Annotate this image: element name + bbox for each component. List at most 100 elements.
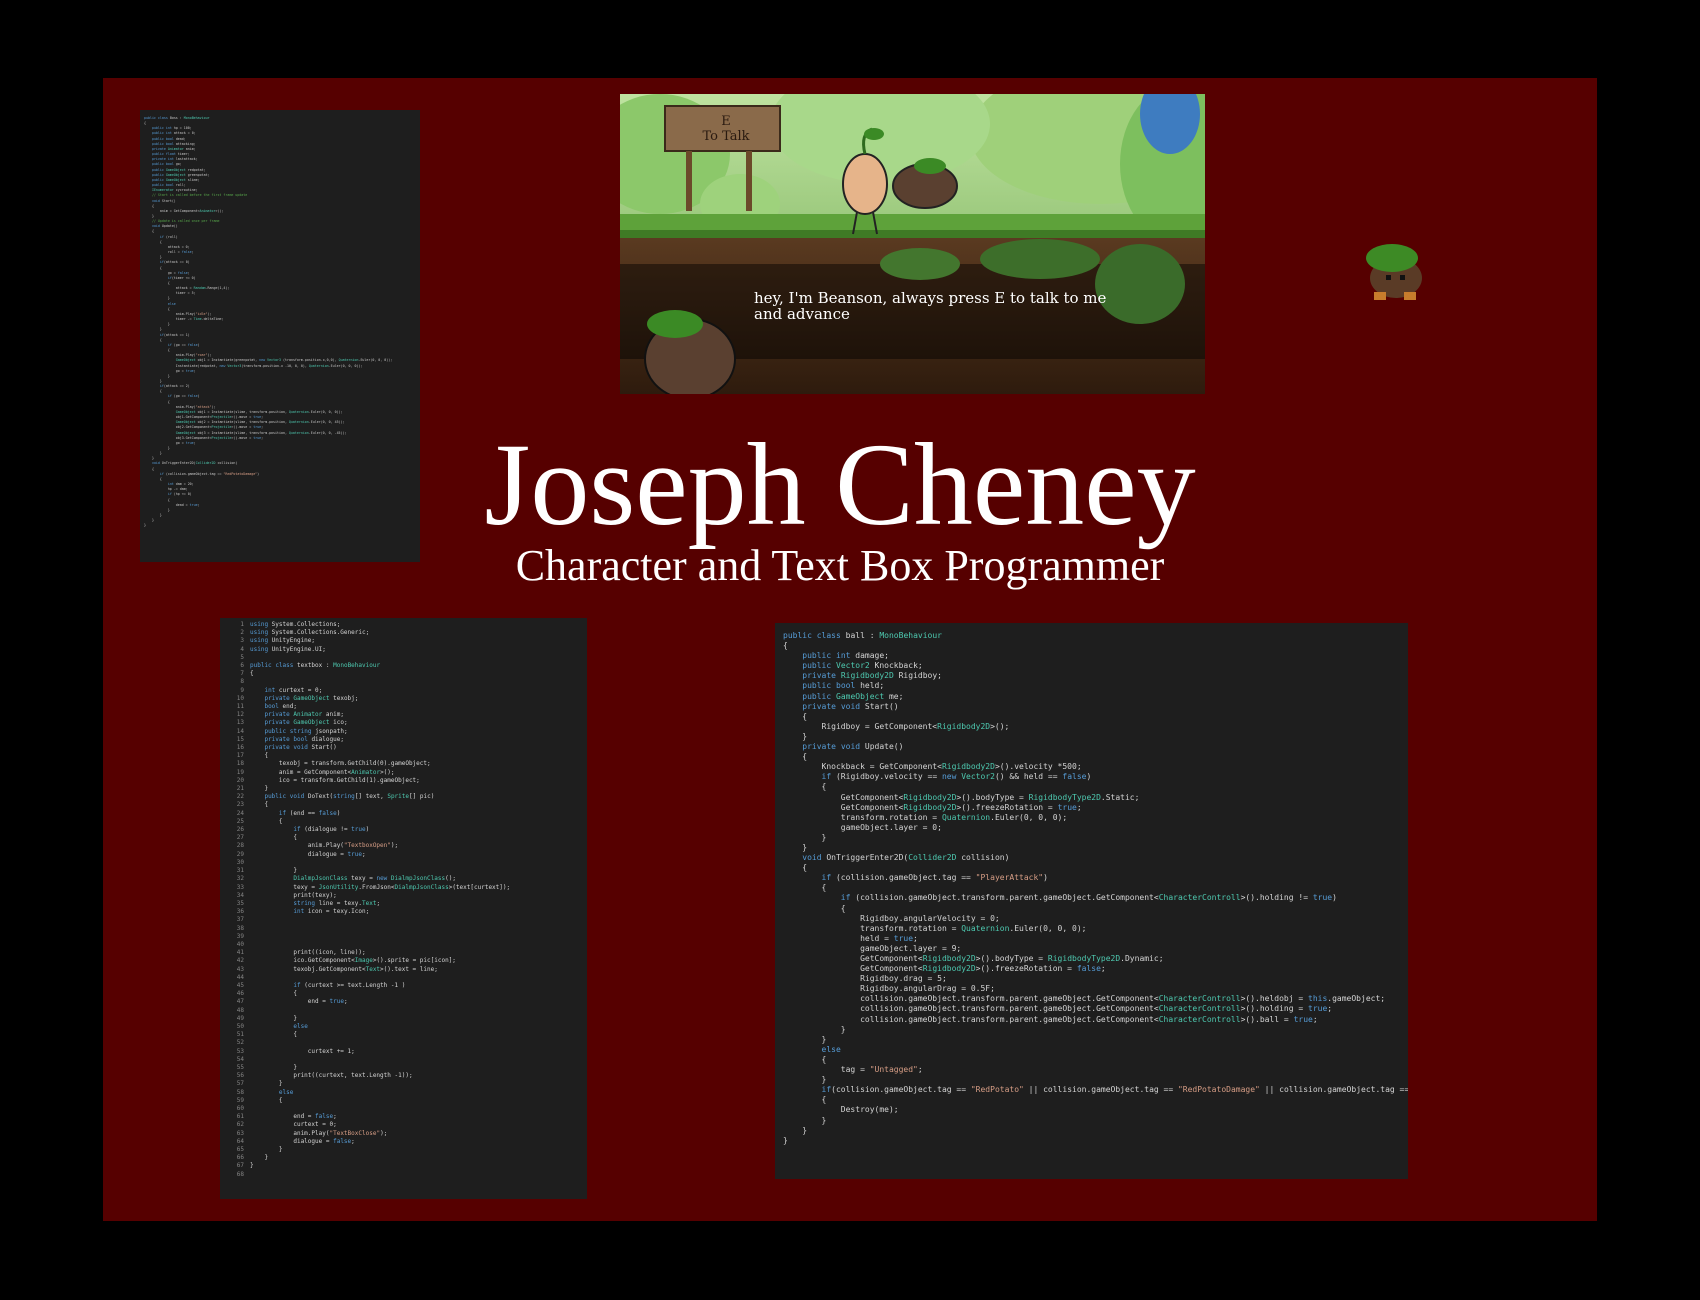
code-text: { <box>144 337 162 342</box>
line-number: 22 <box>236 793 244 801</box>
code-text: { <box>783 641 788 651</box>
code-text: else <box>278 1088 294 1096</box>
ball-code-line: { <box>783 883 1408 893</box>
textbox-code-line: 10 private GameObject texobj; <box>220 695 587 703</box>
code-text: go = false; <box>144 270 190 275</box>
line-number: 59 <box>236 1096 244 1104</box>
code-text: print((curtext, text.Length -1)); <box>250 1072 413 1080</box>
code-text: if (go == false) <box>167 342 200 347</box>
code-text: { <box>144 265 162 270</box>
line-number: 42 <box>236 957 244 965</box>
textbox-code-line: 41 print((icon, line)); <box>220 949 587 957</box>
textbox-code-line: 1 using System.Collections; <box>220 621 587 629</box>
code-text: transform.rotation = Quaternion.Euler(0,… <box>783 923 1087 933</box>
code-text: public int attack = 0; <box>151 131 196 136</box>
line-number: 64 <box>236 1137 244 1145</box>
ball-code-line: if (collision.gameObject.transform.paren… <box>783 893 1408 903</box>
code-text: if (collision.gameObject.transform.paren… <box>840 893 1337 903</box>
line-number: 6 <box>240 662 244 670</box>
textbox-code-line: 53 curtext += 1; <box>220 1048 587 1056</box>
ball-code-line: } <box>783 1025 1408 1035</box>
textbox-code-line: 52 <box>220 1039 587 1047</box>
code-text: public int hp = 100; <box>151 126 192 131</box>
textbox-code-line: 63 anim.Play("TextBoxClose"); <box>220 1130 587 1138</box>
code-text: anim.Play("roar"); <box>144 353 212 358</box>
code-text: public float timer; <box>151 152 190 157</box>
line-number: 8 <box>240 678 244 686</box>
line-number: 55 <box>236 1063 244 1071</box>
line-number: 57 <box>236 1080 244 1088</box>
code-text: void OnTriggerEnter2D(Collider2D collisi… <box>151 461 238 466</box>
name-title: Joseph Cheney <box>484 419 1196 550</box>
code-text: GameObject obj1 = Instantiate(greenpotat… <box>175 358 393 363</box>
textbox-code-line: 40 <box>220 941 587 949</box>
code-text: public bool go; <box>151 162 182 167</box>
ball-code-line: GetComponent<Rigidbody2D>().freezeRotati… <box>783 964 1408 974</box>
code-text: if(attack == 1) <box>159 332 190 337</box>
code-text: private Animator anim; <box>264 711 344 719</box>
code-text: Instantiate(redpotat, new Vector3(transf… <box>144 363 363 368</box>
code-text: if (collision.gameObject.tag == "RedPota… <box>159 471 260 476</box>
line-number: 34 <box>236 891 244 899</box>
textbox-code-line: 68 <box>220 1171 587 1179</box>
code-text: } <box>144 518 154 523</box>
code-text: obj1.GetComponent<Projectile>().move = t… <box>144 415 264 420</box>
code-text: { <box>250 834 297 842</box>
ball-code-line: GetComponent<Rigidbody2D>().freezeRotati… <box>783 803 1408 813</box>
code-text: { <box>144 466 154 471</box>
code-text: ico.GetComponent<Image>().sprite = pic[i… <box>250 957 456 965</box>
code-text: if (roll) <box>159 234 178 239</box>
code-text: } <box>250 1063 297 1071</box>
line-number: 32 <box>236 875 244 883</box>
code-text: public void DoText(string[] text, Sprite… <box>264 793 435 801</box>
code-text: public bool held; <box>802 681 885 691</box>
textbox-code-line: 2 using System.Collections.Generic; <box>220 629 587 637</box>
code-text: using System.Collections.Generic; <box>250 629 370 637</box>
line-number: 2 <box>240 629 244 637</box>
code-text: } <box>250 867 297 875</box>
line-number: 58 <box>236 1088 244 1096</box>
ball-code-line: gameObject.layer = 9; <box>783 944 1408 954</box>
code-text: GameObject obj2 = Instantiate(slime, tra… <box>175 420 345 425</box>
code-text: int icon = texy.Icon; <box>293 908 370 916</box>
line-number: 44 <box>236 973 244 981</box>
code-text: if (curtext >= text.Length -1 ) <box>293 981 406 989</box>
ball-code-line: public int damage; <box>783 651 1408 661</box>
code-text: public class Boss : MonoBehaviour <box>144 116 210 120</box>
line-number: 46 <box>236 990 244 998</box>
ball-code-line: if (collision.gameObject.tag == "PlayerA… <box>783 873 1408 883</box>
textbox-code-line: 12 private Animator anim; <box>220 711 587 719</box>
code-text: private void Update() <box>802 742 904 752</box>
code-text: private Animator anim; <box>151 146 196 151</box>
ball-code-line: { <box>783 904 1408 914</box>
code-text: if(attack == 2) <box>159 384 190 389</box>
line-number: 67 <box>236 1162 244 1170</box>
ball-code-line: { <box>783 712 1408 722</box>
line-number: 50 <box>236 1022 244 1030</box>
textbox-code-line: 8 <box>220 678 587 686</box>
textbox-code-line: 60 <box>220 1105 587 1113</box>
line-number: 5 <box>240 653 244 661</box>
code-text: if (collision.gameObject.tag == "PlayerA… <box>821 873 1048 883</box>
code-text: texobj.GetComponent<Text>().text = line; <box>250 965 438 973</box>
ball-code-line: tag = "Untagged"; <box>783 1065 1408 1075</box>
code-text: { <box>250 990 297 998</box>
ball-code-line: Rigidboy.drag = 5; <box>783 974 1408 984</box>
line-number: 21 <box>236 785 244 793</box>
code-text: { <box>144 497 170 502</box>
code-text: { <box>144 348 170 353</box>
textbox-code-line: 59 { <box>220 1097 587 1105</box>
code-text: void Start() <box>151 198 176 203</box>
code-text: gameObject.layer = 0; <box>783 822 942 832</box>
code-text: Rigidboy.angularDrag = 0.5F; <box>783 984 995 994</box>
code-text: { <box>144 229 154 234</box>
code-text: } <box>144 446 170 450</box>
code-text: anim = GetComponent<Animator>(); <box>250 768 395 776</box>
textbox-code-line: 5 <box>220 654 587 662</box>
ball-code-line: transform.rotation = Quaternion.Euler(0,… <box>783 813 1408 823</box>
code-text: if(timer <= 0) <box>167 275 196 280</box>
code-text: } <box>783 842 808 852</box>
code-text: } <box>144 513 162 518</box>
textbox-code-line: 13 private GameObject ico; <box>220 719 587 727</box>
code-text: if(collision.gameObject.tag == "RedPotat… <box>821 1085 1408 1095</box>
